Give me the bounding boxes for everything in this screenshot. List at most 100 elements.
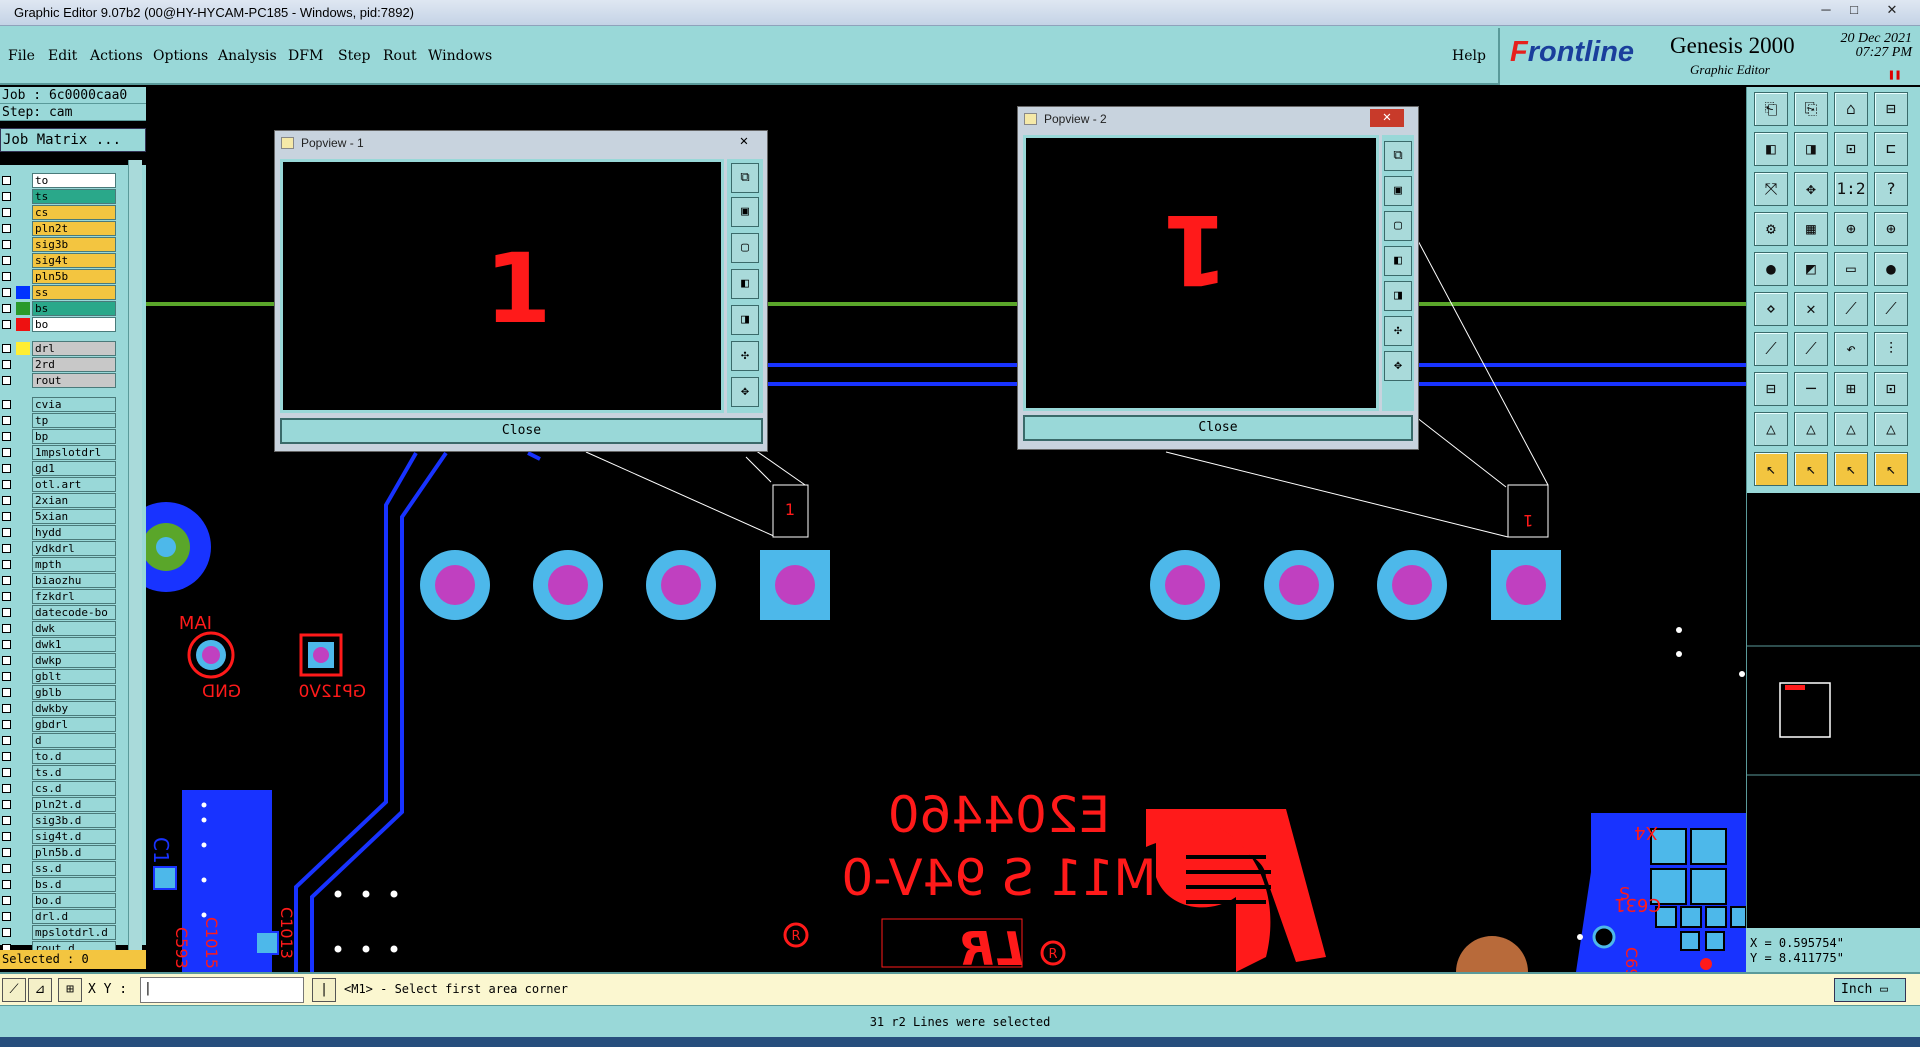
layer-checkbox[interactable] [2, 896, 11, 905]
layer-name[interactable]: otl.art [32, 477, 116, 492]
layer-row-ydkdrl[interactable]: ydkdrl [0, 541, 120, 556]
layer-name[interactable]: tp [32, 413, 116, 428]
tool-icon-23[interactable]: ⟋ [1834, 292, 1868, 326]
layer-row-mpth[interactable]: mpth [0, 557, 120, 572]
units-select[interactable]: Inch ▭ [1834, 978, 1906, 1002]
layer-checkbox[interactable] [2, 360, 11, 369]
layer-name[interactable]: gbdrl [32, 717, 116, 732]
layer-checkbox[interactable] [2, 576, 11, 585]
tool-icon-24[interactable]: ⟋ [1874, 292, 1908, 326]
tool-icon-28[interactable]: ⫶ [1874, 332, 1908, 366]
layer-row-cs[interactable]: cs [0, 205, 120, 220]
layer-name[interactable]: drl [32, 341, 116, 356]
layer-row-d[interactable]: d [0, 733, 120, 748]
tool-icon-15[interactable]: ⊕ [1834, 212, 1868, 246]
layer-name[interactable]: 1mpslotdrl [32, 445, 116, 460]
layer-name[interactable]: 2rd [32, 357, 116, 372]
layer-checkbox[interactable] [2, 416, 11, 425]
layer-checkbox[interactable] [2, 656, 11, 665]
layer-checkbox[interactable] [2, 912, 11, 921]
layer-name[interactable]: ts.d [32, 765, 116, 780]
layer-checkbox[interactable] [2, 176, 11, 185]
tool-icon-10[interactable]: ✥ [1794, 172, 1828, 206]
tool-icon-2[interactable]: ⎘ [1794, 92, 1828, 126]
layer-checkbox[interactable] [2, 544, 11, 553]
layer-checkbox[interactable] [2, 528, 11, 537]
zoom-in-icon[interactable]: ▣ [1384, 176, 1412, 206]
popview-1-close-icon[interactable]: ✕ [727, 133, 761, 151]
layer-row-mpslotdrl.d[interactable]: mpslotdrl.d [0, 925, 120, 940]
layer-name[interactable]: dwkp [32, 653, 116, 668]
tool-icon-19[interactable]: ▭ [1834, 252, 1868, 286]
layer-row-sig4t[interactable]: sig4t [0, 253, 120, 268]
tool-icon-16[interactable]: ⊕ [1874, 212, 1908, 246]
popview-1[interactable]: Popview - 1 ✕ 1 ⧉ ▣ ▢ ◧ ◨ ✣ ✥ Close [274, 130, 768, 452]
layer-name[interactable]: dwk [32, 621, 116, 636]
menu-edit[interactable]: Edit [48, 48, 77, 64]
layer-row-ts.d[interactable]: ts.d [0, 765, 120, 780]
layer-row-dwk[interactable]: dwk [0, 621, 120, 636]
layer-checkbox[interactable] [2, 208, 11, 217]
layer-row-sig3b.d[interactable]: sig3b.d [0, 813, 120, 828]
tool-icon-3[interactable]: ⌂ [1834, 92, 1868, 126]
layer-row-2rd[interactable]: 2rd [0, 357, 120, 372]
menu-actions[interactable]: Actions [90, 48, 143, 64]
layer-checkbox[interactable] [2, 400, 11, 409]
layer-name[interactable]: sig4t.d [32, 829, 116, 844]
tool-icon-26[interactable]: ⟋ [1794, 332, 1828, 366]
snap-icon[interactable]: ⊿ [28, 978, 52, 1002]
layer-checkbox[interactable] [2, 672, 11, 681]
layer-checkbox[interactable] [2, 624, 11, 633]
layer-checkbox[interactable] [2, 496, 11, 505]
tool-icon-11[interactable]: 1:2 [1834, 172, 1868, 206]
layer-row-cs.d[interactable]: cs.d [0, 781, 120, 796]
layer-name[interactable]: ts [32, 189, 116, 204]
layer-name[interactable]: bp [32, 429, 116, 444]
layer-name[interactable]: mpslotdrl.d [32, 925, 116, 940]
layer-checkbox[interactable] [2, 320, 11, 329]
layer-checkbox[interactable] [2, 784, 11, 793]
layer-row-dwkby[interactable]: dwkby [0, 701, 120, 716]
layer-row-ss[interactable]: ss [0, 285, 120, 300]
layer-checkbox[interactable] [2, 832, 11, 841]
tool-icon-37[interactable]: ↖ [1754, 452, 1788, 486]
layer-checkbox[interactable] [2, 608, 11, 617]
layer-name[interactable]: dwkby [32, 701, 116, 716]
layer-name[interactable]: ydkdrl [32, 541, 116, 556]
minimize-button[interactable]: ─ [1814, 1, 1838, 19]
layer-name[interactable]: 2xian [32, 493, 116, 508]
layer-row-drl.d[interactable]: drl.d [0, 909, 120, 924]
menu-analysis[interactable]: Analysis [218, 48, 277, 64]
zoom-out-icon[interactable]: ▢ [731, 233, 759, 263]
layer-name[interactable]: 5xian [32, 509, 116, 524]
measure-icon[interactable]: ⟋ [2, 978, 26, 1002]
layer-checkbox[interactable] [2, 256, 11, 265]
layer-row-pln2t[interactable]: pln2t [0, 221, 120, 236]
tool-icon-12[interactable]: ? [1874, 172, 1908, 206]
layer-checkbox[interactable] [2, 192, 11, 201]
tool-icon-21[interactable]: ⋄ [1754, 292, 1788, 326]
layer-checkbox[interactable] [2, 704, 11, 713]
menu-file[interactable]: File [8, 48, 35, 64]
layer-row-drl[interactable]: drl [0, 341, 120, 356]
tool-icon-22[interactable]: ✕ [1794, 292, 1828, 326]
zoom-home-icon[interactable]: ✣ [731, 341, 759, 371]
tool-icon-39[interactable]: ↖ [1834, 452, 1868, 486]
layer-row-to.d[interactable]: to.d [0, 749, 120, 764]
pause-indicator[interactable]: ❚❚ [1888, 68, 1901, 81]
layer-name[interactable]: ss [32, 285, 116, 300]
layer-checkbox[interactable] [2, 768, 11, 777]
layer-checkbox[interactable] [2, 592, 11, 601]
layer-row-sig4t.d[interactable]: sig4t.d [0, 829, 120, 844]
layer-row-gblt[interactable]: gblt [0, 669, 120, 684]
layer-row-sig3b[interactable]: sig3b [0, 237, 120, 252]
tool-icon-17[interactable]: ● [1754, 252, 1788, 286]
grid-icon[interactable]: ⊞ [58, 978, 82, 1002]
tool-icon-20[interactable]: ● [1874, 252, 1908, 286]
layer-row-dwkp[interactable]: dwkp [0, 653, 120, 668]
tool-icon-14[interactable]: ▦ [1794, 212, 1828, 246]
layer-checkbox[interactable] [2, 376, 11, 385]
menu-windows[interactable]: Windows [428, 48, 492, 64]
layer-checkbox[interactable] [2, 928, 11, 937]
layer-row-cvia[interactable]: cvia [0, 397, 120, 412]
